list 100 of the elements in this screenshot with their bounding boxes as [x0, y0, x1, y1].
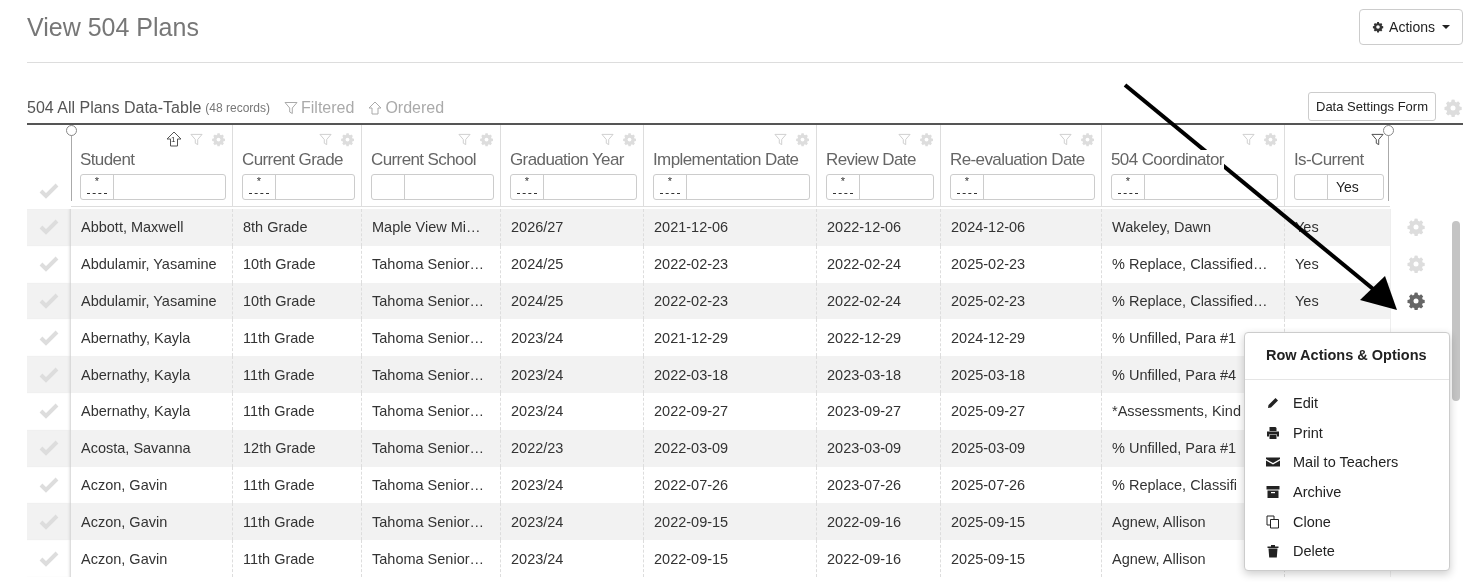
table-cell: % Unfilled, Para #1 [1112, 440, 1237, 457]
check-icon[interactable] [39, 183, 59, 199]
table-cell: 2025-09-15 [951, 550, 1026, 567]
table-cell: *Assessments, Kind [1112, 403, 1241, 420]
check-icon[interactable] [39, 403, 59, 420]
table-cell: 2022-02-23 [654, 256, 729, 273]
table-cell: 2023-03-18 [827, 366, 902, 383]
filter-field[interactable]: * [950, 174, 1095, 200]
menu-title: Row Actions & Options [1265, 346, 1428, 365]
table-cell: Tahoma Senior… [372, 550, 485, 567]
copy-icon [1266, 514, 1280, 529]
menu-item[interactable]: Print [1245, 417, 1449, 448]
table-cell: 2024/25 [511, 256, 564, 273]
filter-field[interactable]: Yes [1294, 174, 1384, 200]
table-cell: 2026/27 [511, 219, 564, 236]
filter-field[interactable]: * [1111, 174, 1278, 200]
sort-order-icon[interactable]: 1 [166, 131, 182, 147]
table-cell: 2021-12-06 [654, 219, 729, 236]
column-resize-handle[interactable] [66, 125, 76, 201]
table-cell: 11th Grade [243, 366, 315, 383]
table-cell: 2022-02-24 [827, 256, 902, 273]
table-cell: Agnew, Allison [1112, 513, 1206, 530]
table-cell: 10th Grade [243, 293, 316, 309]
filter-field[interactable]: * [510, 174, 637, 200]
table-cell: Abdulamir, Yasamine [81, 293, 217, 309]
table-cell: 2023/24 [511, 366, 564, 383]
table-cell: 2024-12-29 [951, 329, 1026, 346]
table-cell: 2025-07-26 [951, 476, 1026, 493]
check-icon[interactable] [39, 329, 59, 346]
table-cell: 2022-09-16 [827, 550, 902, 567]
printer-icon [1266, 425, 1280, 440]
trash-icon [1266, 544, 1280, 559]
data-settings-button[interactable]: Data Settings Form [1308, 92, 1436, 121]
table-cell: Maple View Mi… [372, 219, 481, 236]
table-cell: 2025-03-18 [951, 366, 1026, 383]
menu-item[interactable]: Clone [1245, 506, 1449, 537]
check-icon[interactable] [39, 476, 59, 493]
scrollbar[interactable] [1452, 221, 1460, 401]
menu-item[interactable]: Archive [1245, 477, 1449, 507]
menu-item[interactable]: Delete [1245, 536, 1449, 567]
table-cell: 2025-02-23 [951, 256, 1026, 273]
column-header[interactable]: 504 Coordinator [1111, 150, 1224, 170]
table-cell: 11th Grade [243, 329, 315, 346]
filtered-label: Filtered [301, 99, 355, 117]
table-cell: Yes [1295, 256, 1319, 273]
table-cell: 2022-09-16 [827, 513, 902, 530]
table-cell: % Replace, Classifi [1112, 476, 1237, 493]
settings-icon[interactable] [1405, 291, 1426, 311]
table-cell: Abbott, Maxwell [81, 219, 184, 236]
table-cell: Tahoma Senior… [372, 476, 485, 493]
table-cell: 11th Grade [243, 403, 315, 420]
gear-icon [1372, 21, 1385, 33]
table-cell: Abernathy, Kayla [81, 403, 191, 420]
filter-field[interactable]: * [826, 174, 934, 200]
table-cell: 2022-03-09 [654, 440, 729, 457]
column-resize-handle[interactable] [1383, 125, 1393, 201]
filter-icon[interactable] [1371, 132, 1384, 146]
check-icon[interactable] [39, 550, 59, 567]
page-title: View 504 Plans [27, 12, 199, 42]
table-cell: 2022-07-26 [654, 476, 729, 493]
pencil-icon [1266, 395, 1280, 410]
record-count: (48 records) [205, 101, 270, 115]
table-cell: 2022/23 [511, 440, 564, 457]
table-cell: 2023/24 [511, 476, 564, 493]
table-cell: 2022-12-29 [827, 329, 902, 346]
table-cell: Tahoma Senior… [372, 403, 485, 420]
table-cell: 2025-03-09 [951, 440, 1026, 457]
table-cell: Tahoma Senior… [372, 440, 485, 457]
menu-item[interactable]: Edit [1245, 388, 1449, 418]
menu-item[interactable]: Mail to Teachers [1245, 447, 1449, 478]
table-cell: % Unfilled, Para #1 [1112, 329, 1237, 346]
table-cell: Abernathy, Kayla [81, 366, 191, 383]
archive-box-icon [1266, 484, 1280, 499]
envelope-icon [1266, 455, 1280, 470]
table-cell: Aczon, Gavin [81, 513, 168, 530]
table-cell: 2023-03-09 [827, 440, 902, 457]
table-cell: 2023/24 [511, 403, 564, 420]
table-cell: Agnew, Allison [1112, 550, 1206, 567]
table-cell: 2023-07-26 [827, 476, 902, 493]
table-cell: % Unfilled, Para #4 [1112, 366, 1237, 383]
table-cell: Tahoma Senior… [372, 256, 485, 273]
table-cell: 2023/24 [511, 329, 564, 346]
table-cell: Wakeley, Dawn [1112, 219, 1212, 236]
filter-field[interactable]: * [653, 174, 810, 200]
table-cell: % Replace, Classified… [1112, 256, 1268, 273]
check-icon[interactable] [39, 256, 59, 273]
actions-button[interactable]: Actions [1359, 9, 1463, 45]
filter-field[interactable]: * [242, 174, 355, 200]
table-cell: 2022-09-27 [654, 403, 729, 420]
table-cell: Abernathy, Kayla [81, 329, 191, 346]
table-cell: Tahoma Senior… [372, 293, 485, 309]
table-cell: 11th Grade [243, 476, 315, 493]
table-cell: 2025-09-27 [951, 403, 1026, 420]
table-cell: Acosta, Savanna [81, 440, 191, 457]
table-cell: Yes [1295, 293, 1319, 309]
filter-field[interactable] [371, 174, 494, 200]
table-cell: Tahoma Senior… [372, 513, 485, 530]
filter-field[interactable]: * [80, 174, 226, 200]
ordered-label: Ordered [385, 99, 445, 117]
column-header[interactable]: Implementation Date [653, 150, 799, 170]
